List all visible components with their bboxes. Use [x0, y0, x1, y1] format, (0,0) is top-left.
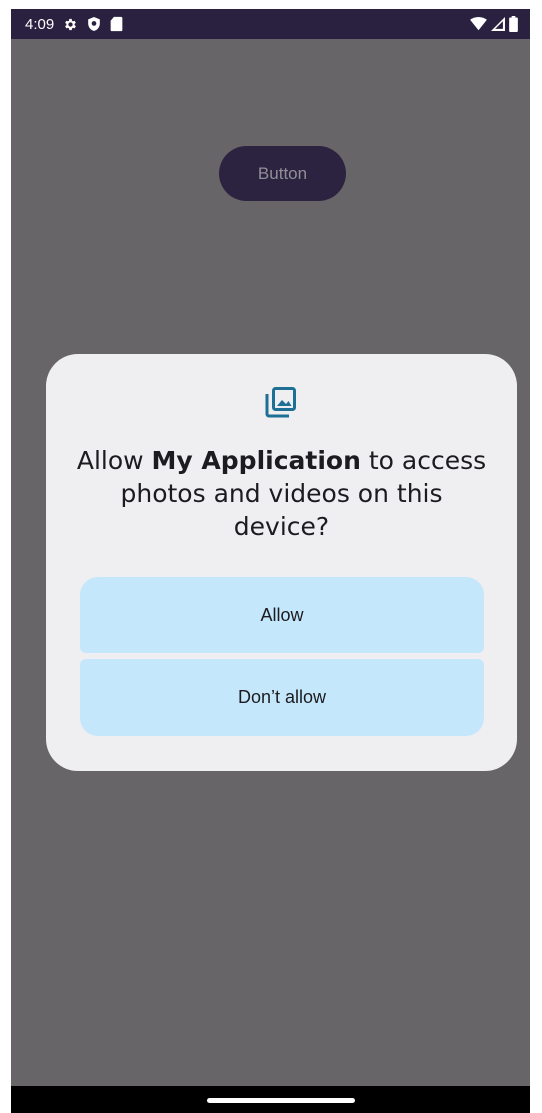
photo-library-icon: [263, 384, 299, 420]
allow-button[interactable]: Allow: [80, 577, 484, 653]
status-time: 4:09: [25, 15, 55, 33]
status-bar-right: [470, 16, 518, 32]
dialog-title: Allow My Application to access photos an…: [76, 444, 487, 543]
phone-screen: 4:09 Button Allow My Application to acce…: [11, 9, 530, 1113]
dialog-app-name: My Application: [151, 446, 361, 475]
sd-card-icon: [110, 16, 123, 32]
dont-allow-button[interactable]: Don’t allow: [80, 659, 484, 736]
status-bar-left: 4:09: [25, 16, 123, 33]
navigation-bar: [11, 1086, 530, 1113]
status-bar: 4:09: [11, 9, 530, 39]
main-button[interactable]: Button: [219, 146, 346, 201]
battery-icon: [509, 16, 518, 32]
cell-signal-icon: [491, 17, 505, 31]
wifi-icon: [470, 17, 487, 31]
shield-icon: [87, 16, 101, 32]
settings-icon: [63, 17, 78, 32]
home-indicator[interactable]: [207, 1098, 355, 1103]
permission-dialog: Allow My Application to access photos an…: [46, 354, 517, 771]
dialog-title-prefix: Allow: [76, 446, 152, 475]
